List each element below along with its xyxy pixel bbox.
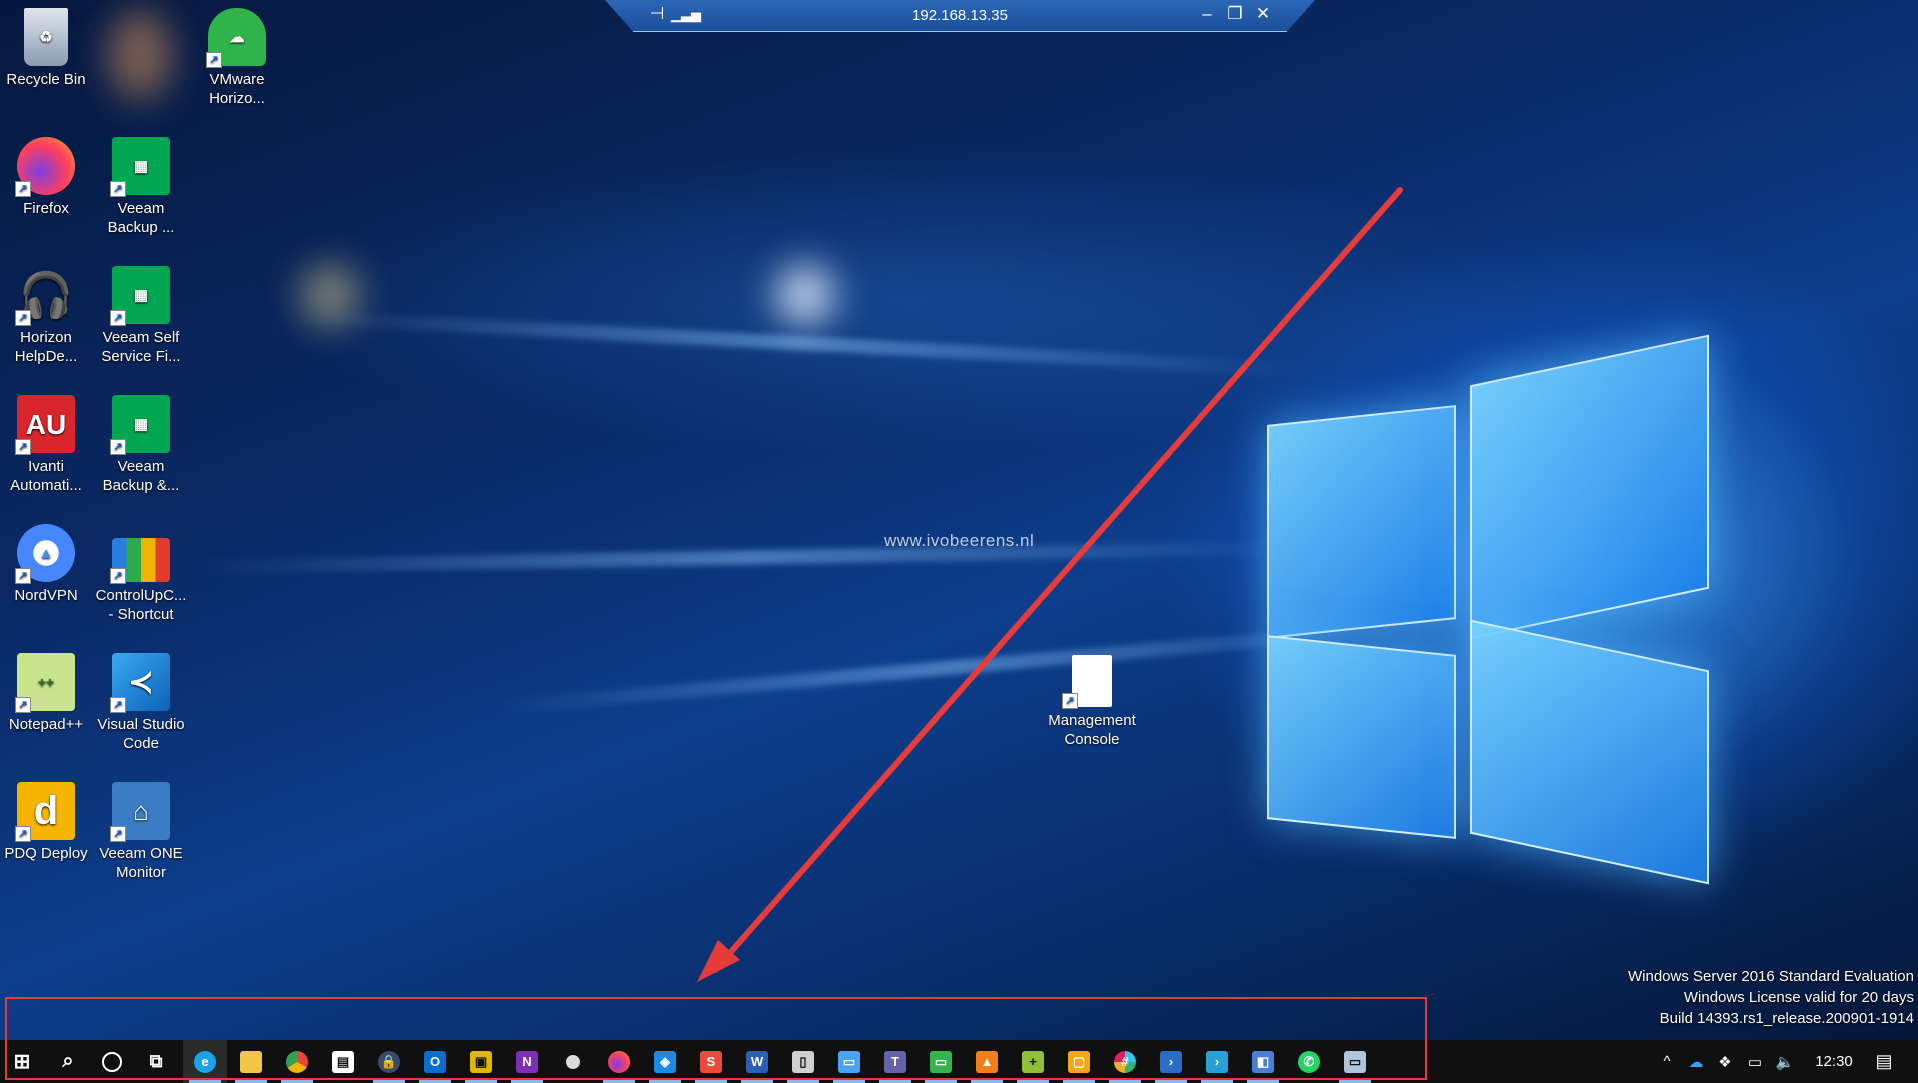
clock[interactable]: 12:30 [1806,1040,1862,1083]
annotation-arrow [697,187,1403,982]
license-text: Windows License valid for 20 days [1683,989,1914,1006]
annotation-highlight-box [5,997,1427,1080]
battery-icon[interactable]: ▭ [1742,1040,1768,1083]
action-center-icon[interactable]: ▤ [1864,1040,1904,1083]
volume-icon[interactable]: 🔈 [1772,1040,1798,1083]
windows-watermark: Windows Server 2016 Standard Evaluation … [1628,966,1914,1029]
build-text: Build 14393.rs1_release.200901-1914 [1659,1010,1914,1027]
edition-text: Windows Server 2016 Standard Evaluation [1628,968,1914,985]
cloud-icon[interactable]: ☁ [1683,1040,1709,1083]
tray-overflow-chevron[interactable]: ^ [1655,1040,1679,1083]
dropbox-icon[interactable]: ❖ [1713,1040,1737,1083]
